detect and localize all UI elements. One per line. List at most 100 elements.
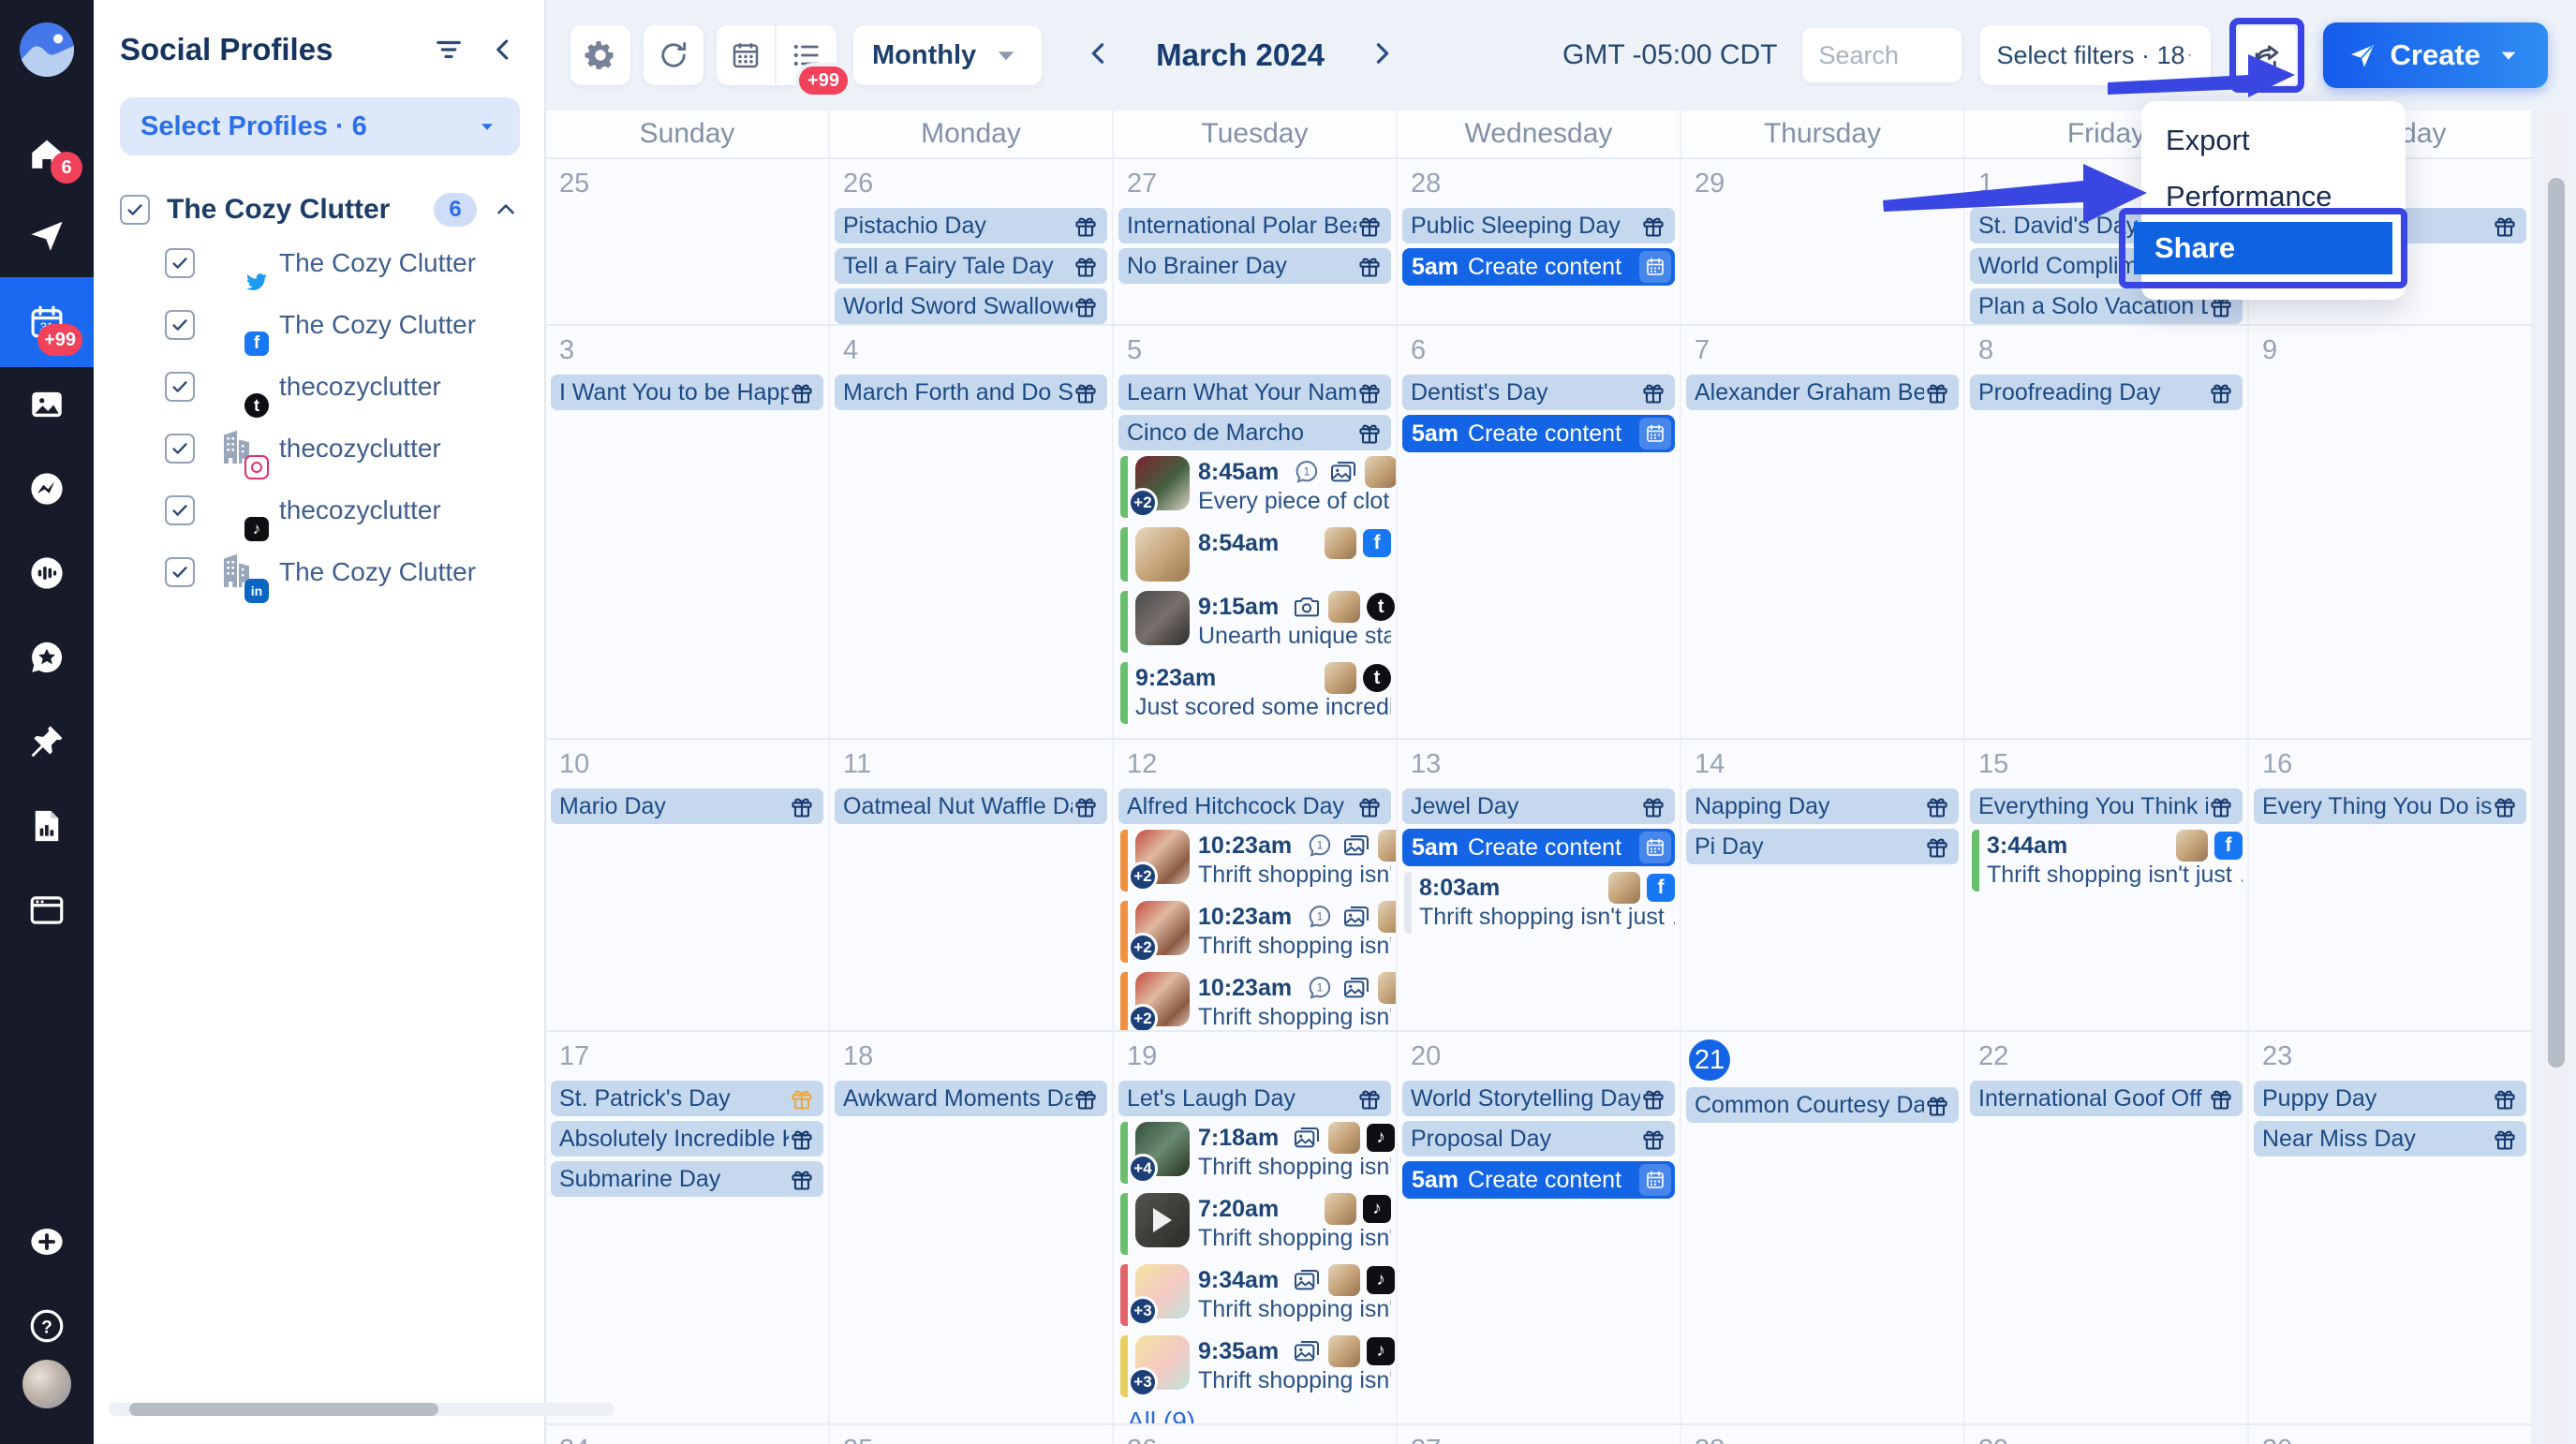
prev-month-button[interactable]: [1083, 37, 1115, 74]
profile-row-instagram[interactable]: thecozyclutter: [94, 418, 544, 479]
profile-checkbox[interactable]: [165, 495, 195, 525]
holiday-event[interactable]: Submarine Day: [551, 1161, 823, 1197]
scheduled-task[interactable]: 5amCreate content: [1402, 415, 1675, 452]
holiday-event[interactable]: Awkward Moments Day: [835, 1081, 1107, 1116]
scheduled-post[interactable]: +39:35am♪Thrift shopping isn't…: [1120, 1335, 1391, 1397]
rail-item-reviews[interactable]: [0, 616, 94, 699]
search-input[interactable]: [1802, 28, 1962, 82]
select-filters-dropdown[interactable]: Select filters · 18: [1980, 25, 2211, 85]
rail-item-reports[interactable]: [0, 785, 94, 867]
holiday-event[interactable]: Let's Laugh Day: [1118, 1081, 1391, 1116]
rail-item-inbox[interactable]: [0, 448, 94, 530]
rail-item-calendar[interactable]: 31+99: [0, 277, 94, 367]
holiday-event[interactable]: Napping Day: [1686, 788, 1959, 824]
horizontal-scrollbar[interactable]: [109, 1403, 614, 1416]
holiday-event[interactable]: Learn What Your Name Mea…: [1118, 375, 1391, 410]
vista-social-logo[interactable]: [20, 22, 74, 77]
scheduled-task[interactable]: 5amCreate content: [1402, 248, 1675, 286]
rail-item-listening[interactable]: [0, 532, 94, 614]
share-export-button[interactable]: [2238, 26, 2296, 84]
holiday-event[interactable]: Common Courtesy Day: [1686, 1087, 1959, 1123]
holiday-event[interactable]: March Forth and Do Someth…: [835, 375, 1107, 410]
scheduled-post[interactable]: 7:20am♪Thrift shopping isn't…: [1120, 1193, 1391, 1255]
holiday-event[interactable]: Alexander Graham Bell Day: [1686, 375, 1959, 410]
holiday-event[interactable]: Public Sleeping Day: [1402, 208, 1675, 243]
show-all-link[interactable]: All (10): [1127, 733, 1396, 738]
select-profiles-dropdown[interactable]: Select Profiles · 6: [120, 97, 520, 155]
show-all-link[interactable]: All (9): [1127, 1407, 1396, 1423]
holiday-event[interactable]: I Want You to be Happy Day: [551, 375, 823, 410]
scheduled-post[interactable]: 8:54amf: [1120, 527, 1391, 582]
view-mode-dropdown[interactable]: Monthly: [853, 25, 1042, 85]
menu-item-export[interactable]: Export: [2141, 101, 2406, 157]
holiday-event[interactable]: Puppy Day: [2254, 1081, 2526, 1116]
holiday-event[interactable]: Alfred Hitchcock Day: [1118, 788, 1391, 824]
holiday-event[interactable]: Pistachio Day: [835, 208, 1107, 243]
profile-row-linkedin[interactable]: inThe Cozy Clutter: [94, 541, 544, 603]
holiday-event[interactable]: International Polar Bear Day: [1118, 208, 1391, 243]
scheduled-task[interactable]: 5amCreate content: [1402, 829, 1675, 866]
settings-button[interactable]: [570, 25, 630, 85]
holiday-event[interactable]: Proofreading Day: [1970, 375, 2243, 410]
scheduled-post[interactable]: +28:45am1tEvery piece of clothi…: [1120, 456, 1391, 518]
rail-item-home[interactable]: 6: [0, 112, 94, 195]
holiday-event[interactable]: No Brainer Day: [1118, 248, 1391, 284]
filter-icon[interactable]: [432, 33, 466, 66]
holiday-event[interactable]: Jewel Day: [1402, 788, 1675, 824]
rail-item-media[interactable]: [0, 363, 94, 446]
post-body: 3:44amfThrift shopping isn't just …: [1987, 830, 2243, 891]
rail-item-web[interactable]: [0, 869, 94, 951]
profile-row-tiktok[interactable]: ♪thecozyclutter: [94, 479, 544, 541]
collapse-panel-icon[interactable]: [486, 33, 520, 66]
scheduled-post[interactable]: +47:18am♪Thrift shopping isn't…: [1120, 1122, 1391, 1184]
profile-row-facebook[interactable]: fThe Cozy Clutter: [94, 294, 544, 356]
scheduled-post[interactable]: +210:23am1Thrift shopping isn't…: [1120, 830, 1391, 891]
rail-item-publishing[interactable]: [0, 195, 94, 277]
holiday-event[interactable]: Absolutely Incredible Kid Day: [551, 1121, 823, 1157]
scheduled-task[interactable]: 5amCreate content: [1402, 1161, 1675, 1199]
holiday-event[interactable]: Pi Day: [1686, 829, 1959, 864]
menu-item-performance[interactable]: Performance: [2141, 157, 2406, 214]
user-avatar[interactable]: [22, 1360, 71, 1408]
holiday-event[interactable]: Mario Day: [551, 788, 823, 824]
holiday-event[interactable]: Dentist's Day: [1402, 375, 1675, 410]
holiday-event[interactable]: World Sword Swallowers Day: [835, 288, 1107, 324]
profile-checkbox[interactable]: [165, 372, 195, 402]
holiday-event[interactable]: Cinco de Marcho: [1118, 415, 1391, 450]
group-checkbox[interactable]: [120, 195, 150, 225]
holiday-event[interactable]: Oatmeal Nut Waffle Day: [835, 788, 1107, 824]
scheduled-post[interactable]: 8:03amfThrift shopping isn't just …: [1404, 872, 1675, 934]
holiday-event[interactable]: World Storytelling Day: [1402, 1081, 1675, 1116]
rail-item-add[interactable]: [0, 1201, 94, 1283]
profile-checkbox[interactable]: [165, 434, 195, 464]
rail-item-help[interactable]: ?: [0, 1285, 94, 1367]
scheduled-post[interactable]: +210:23am1tThrift shopping isn't…: [1120, 901, 1391, 963]
vertical-scrollbar[interactable]: [2548, 178, 2565, 1068]
holiday-label: Proofreading Day: [1978, 379, 2208, 406]
scheduled-post[interactable]: +210:23am1fThrift shopping isn't…: [1120, 972, 1391, 1030]
profile-row-tumblr[interactable]: tthecozyclutter: [94, 356, 544, 418]
scheduled-post[interactable]: 9:15amtUnearth unique stat…: [1120, 591, 1391, 653]
menu-item-share[interactable]: Share: [2134, 222, 2392, 274]
holiday-event[interactable]: Every Thing You Do is Right …: [2254, 788, 2526, 824]
next-month-button[interactable]: [1366, 37, 1398, 74]
holiday-event[interactable]: International Goof Off Day: [1970, 1081, 2243, 1116]
create-button[interactable]: Create: [2323, 22, 2549, 88]
scheduled-post[interactable]: 3:44amfThrift shopping isn't just …: [1972, 830, 2243, 891]
scheduled-post[interactable]: 9:23amtJust scored some incredi…: [1120, 662, 1391, 724]
profile-checkbox[interactable]: [165, 557, 195, 587]
refresh-button[interactable]: [644, 25, 703, 85]
holiday-event[interactable]: Tell a Fairy Tale Day: [835, 248, 1107, 284]
rail-item-pinned[interactable]: [0, 700, 94, 783]
profile-row-twitter[interactable]: The Cozy Clutter: [94, 232, 544, 294]
profile-checkbox[interactable]: [165, 310, 195, 340]
profile-checkbox[interactable]: [165, 248, 195, 278]
holiday-event[interactable]: Near Miss Day: [2254, 1121, 2526, 1157]
holiday-event[interactable]: Proposal Day: [1402, 1121, 1675, 1157]
scheduled-post[interactable]: +39:34am♪Thrift shopping isn't…: [1120, 1264, 1391, 1326]
tiktok-icon: ♪: [1367, 1266, 1395, 1294]
holiday-event[interactable]: St. Patrick's Day: [551, 1081, 823, 1116]
chevron-up-icon[interactable]: [492, 196, 520, 224]
calendar-view-button[interactable]: [717, 25, 777, 85]
holiday-event[interactable]: Everything You Think is Wro…: [1970, 788, 2243, 824]
